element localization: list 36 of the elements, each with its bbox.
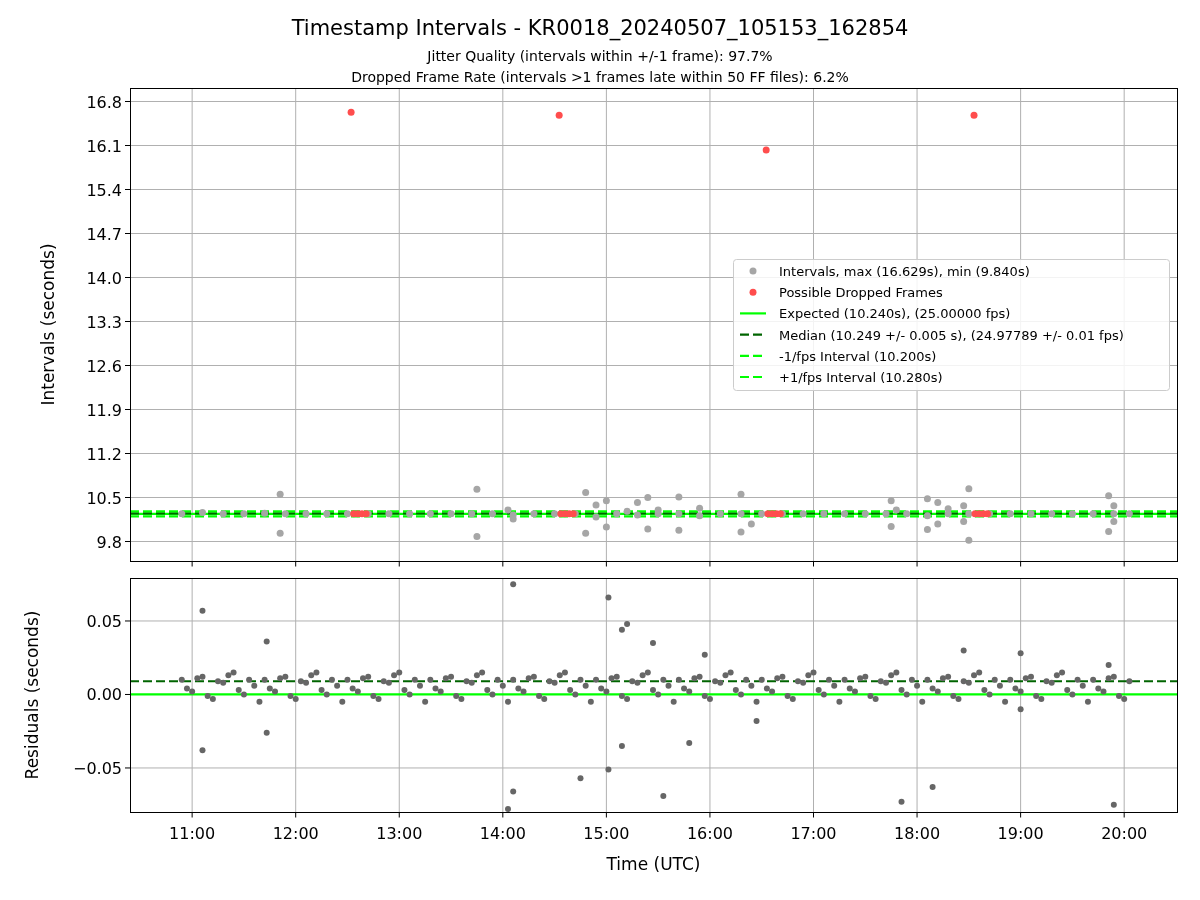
y-axis-label: Intervals (seconds): [38, 243, 58, 406]
y-tick-label: 15.4: [86, 180, 122, 200]
legend-label: +1/fps Interval (10.280s): [779, 370, 943, 385]
legend-label: Expected (10.240s), (25.00000 fps): [779, 306, 1011, 322]
x-tick-label: 15:00: [583, 824, 630, 843]
x-tick-label: 16:00: [686, 824, 733, 843]
y-tick-label: 14.7: [86, 224, 122, 244]
y-tick-label: 9.8: [96, 532, 122, 552]
y-axis-label: Residuals (seconds): [22, 610, 42, 780]
x-tick-label: 17:00: [790, 824, 837, 843]
chart-title: Timestamp Intervals - KR0018_20240507_105153_162854: [291, 15, 909, 41]
x-axis-label: Time (UTC): [606, 854, 701, 874]
legend-label: Intervals, max (16.629s), min (9.840s): [779, 264, 1030, 279]
y-tick-label: 16.8: [86, 92, 122, 112]
y-tick-label: 13.3: [86, 312, 122, 332]
y-tick-label: 0.00: [86, 685, 122, 705]
x-tick-label: 11:00: [169, 824, 216, 843]
x-tick-label: 13:00: [376, 824, 423, 843]
x-tick-label: 14:00: [479, 824, 526, 843]
x-tick-label: 18:00: [894, 824, 941, 843]
y-tick-label: 12.6: [86, 356, 122, 376]
chart-subtitle: Dropped Frame Rate (intervals >1 frames late within 50 FF files): 6.2%: [351, 68, 849, 87]
legend-label: Possible Dropped Frames: [779, 285, 943, 301]
x-tick-label: 19:00: [997, 824, 1044, 843]
legend-label: -1/fps Interval (10.200s): [779, 348, 937, 364]
x-tick-label: 20:00: [1101, 824, 1148, 843]
y-tick-label: 11.2: [86, 444, 122, 464]
x-tick-label: 12:00: [272, 824, 319, 843]
y-tick-label: 14.0: [86, 268, 122, 288]
chart-subtitle: Jitter Quality (intervals within +/-1 frame): 97.7%: [427, 47, 773, 66]
y-tick-label: 16.1: [86, 136, 122, 156]
y-tick-label: 10.5: [86, 488, 122, 508]
y-tick-label: 11.9: [86, 400, 122, 420]
legend-label: Median (10.249 +/- 0.005 s), (24.97789 +/- 0.01 fps): [779, 327, 1124, 343]
y-tick-label: 0.05: [86, 612, 122, 631]
y-tick-label: −0.05: [72, 758, 122, 778]
